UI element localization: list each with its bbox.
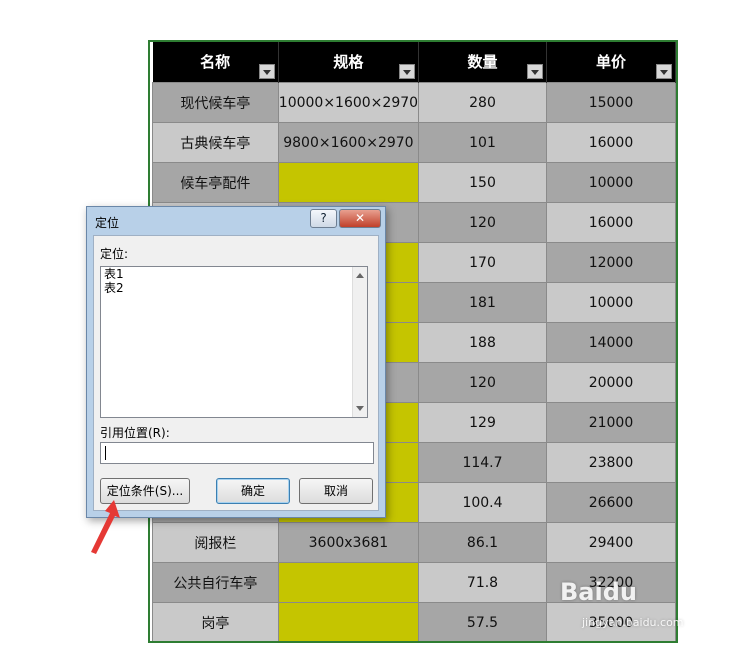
cell-price[interactable]: 14000 bbox=[545, 322, 676, 363]
cell-name[interactable]: 现代候车亭 bbox=[152, 82, 279, 123]
goto-dialog: 定位 ? ✕ 定位: 表1 表2 引用位置(R): 定位条件(S)... 确定 … bbox=[86, 206, 386, 518]
cell-qty[interactable]: 120 bbox=[418, 362, 547, 403]
cell-price[interactable]: 10000 bbox=[545, 162, 676, 203]
list-item[interactable]: 表2 bbox=[101, 281, 367, 295]
cell-spec[interactable] bbox=[277, 562, 420, 603]
cell-name[interactable]: 阅报栏 bbox=[152, 522, 279, 563]
cell-qty[interactable]: 86.1 bbox=[418, 522, 547, 563]
header-spec: 规格 bbox=[278, 42, 420, 83]
header-qty: 数量 bbox=[418, 42, 547, 83]
filter-dropdown-icon[interactable] bbox=[656, 64, 672, 79]
cell-price[interactable]: 16000 bbox=[545, 122, 676, 163]
reference-label: 引用位置(R): bbox=[100, 426, 170, 440]
cell-spec[interactable]: 10000×1600×2970 bbox=[277, 82, 420, 123]
text-caret bbox=[105, 446, 106, 460]
cell-qty[interactable]: 71.8 bbox=[418, 562, 547, 603]
baidu-watermark: Baidu jingyan.baidu.com bbox=[560, 578, 735, 638]
help-button[interactable]: ? bbox=[310, 209, 337, 228]
table-row: 阅报栏 3600x3681 86.1 29400 bbox=[152, 522, 676, 563]
cell-qty[interactable]: 101 bbox=[418, 122, 547, 163]
goto-listbox[interactable]: 表1 表2 bbox=[100, 266, 368, 418]
table-row: 现代候车亭 10000×1600×2970 280 15000 bbox=[152, 82, 676, 123]
cell-spec[interactable]: 9800×1600×2970 bbox=[277, 122, 420, 163]
cell-price[interactable]: 10000 bbox=[545, 282, 676, 323]
filter-dropdown-icon[interactable] bbox=[258, 64, 275, 79]
cell-price[interactable]: 26600 bbox=[545, 482, 676, 523]
cell-qty[interactable]: 181 bbox=[418, 282, 547, 323]
scroll-up-icon[interactable] bbox=[356, 273, 364, 278]
cell-price[interactable]: 23800 bbox=[545, 442, 676, 483]
cell-price[interactable]: 21000 bbox=[545, 402, 676, 443]
cell-qty[interactable]: 129 bbox=[418, 402, 547, 443]
red-arrow-icon bbox=[91, 500, 120, 554]
cell-qty[interactable]: 170 bbox=[418, 242, 547, 283]
cell-qty[interactable]: 150 bbox=[418, 162, 547, 203]
cell-qty[interactable]: 120 bbox=[418, 202, 547, 243]
header-price: 单价 bbox=[546, 42, 676, 83]
dialog-title: 定位 bbox=[95, 216, 120, 230]
cell-spec[interactable]: 3600x3681 bbox=[277, 522, 420, 563]
reference-input[interactable] bbox=[100, 442, 374, 464]
header-row: 名称 规格 数量 单价 bbox=[152, 42, 676, 83]
cell-qty[interactable]: 114.7 bbox=[418, 442, 547, 483]
cell-spec[interactable] bbox=[277, 602, 420, 641]
table-row: 候车亭配件 150 10000 bbox=[152, 162, 676, 203]
cell-qty[interactable]: 100.4 bbox=[418, 482, 547, 523]
goto-label: 定位: bbox=[100, 247, 129, 261]
cell-price[interactable]: 12000 bbox=[545, 242, 676, 283]
scrollbar[interactable] bbox=[352, 267, 367, 417]
cell-name[interactable]: 候车亭配件 bbox=[152, 162, 279, 203]
cell-name[interactable]: 岗亭 bbox=[152, 602, 279, 641]
cell-price[interactable]: 15000 bbox=[545, 82, 676, 123]
close-button[interactable]: ✕ bbox=[339, 209, 381, 228]
cell-name[interactable]: 古典候车亭 bbox=[152, 122, 279, 163]
cell-qty[interactable]: 57.5 bbox=[418, 602, 547, 641]
watermark-brand: Baidu bbox=[560, 578, 637, 606]
cell-qty[interactable]: 280 bbox=[418, 82, 547, 123]
cell-price[interactable]: 20000 bbox=[545, 362, 676, 403]
cell-qty[interactable]: 188 bbox=[418, 322, 547, 363]
cell-price[interactable]: 29400 bbox=[545, 522, 676, 563]
scroll-down-icon[interactable] bbox=[356, 406, 364, 411]
filter-dropdown-icon[interactable] bbox=[526, 64, 543, 79]
ok-button[interactable]: 确定 bbox=[216, 478, 290, 504]
watermark-url: jingyan.baidu.com bbox=[582, 616, 684, 629]
dialog-panel: 定位: 表1 表2 引用位置(R): 定位条件(S)... 确定 取消 bbox=[93, 235, 379, 511]
cancel-button[interactable]: 取消 bbox=[299, 478, 373, 504]
list-item[interactable]: 表1 bbox=[101, 267, 367, 281]
cell-spec[interactable] bbox=[277, 162, 420, 203]
cell-price[interactable]: 16000 bbox=[545, 202, 676, 243]
cell-name[interactable]: 公共自行车亭 bbox=[152, 562, 279, 603]
header-name: 名称 bbox=[152, 42, 279, 83]
filter-dropdown-icon[interactable] bbox=[399, 64, 416, 79]
table-row: 古典候车亭 9800×1600×2970 101 16000 bbox=[152, 122, 676, 163]
